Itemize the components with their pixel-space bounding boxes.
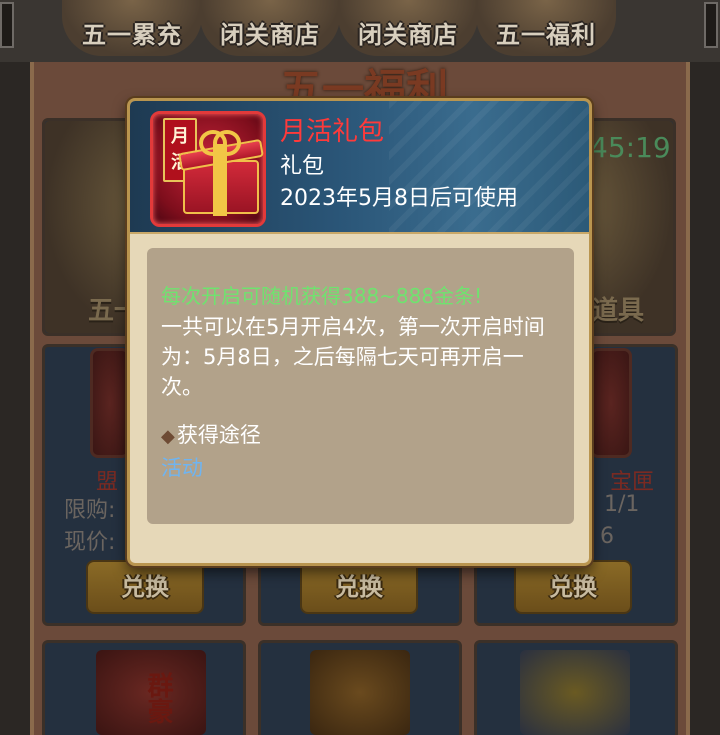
countdown-timer: 45:19	[590, 131, 671, 164]
tab-retreat-shop-2[interactable]: 闭关商店	[338, 0, 478, 56]
treasure-chest-icon	[310, 650, 410, 735]
exchange-button-label: 兑换	[335, 573, 383, 601]
tab-may-day-recharge[interactable]: 五一累充	[62, 0, 202, 56]
tab-label: 五一累充	[82, 21, 182, 49]
diamond-bullet-icon: ◆	[161, 426, 175, 447]
reward-highlight: 每次开启可随机获得388~888金条!	[161, 284, 483, 308]
item-description: 一共可以在5月开启4次，第一次开启时间为：5月8日，之后每隔七天可再开启一次。	[161, 315, 545, 399]
monthly-gift-pack-icon: 月活	[150, 111, 266, 227]
exchange-button-label: 兑换	[549, 573, 597, 601]
tab-label: 五一福利	[496, 21, 596, 49]
item-type: 礼包	[280, 154, 325, 179]
gold-ingot-icon	[520, 650, 630, 735]
acquire-source-heading: ◆获得途径	[161, 419, 261, 449]
limit-value: 1/1	[604, 492, 640, 517]
exchange-button-left[interactable]: 兑换	[86, 560, 204, 614]
price-label: 现价:	[64, 530, 116, 555]
activity-source-link[interactable]: 活动	[161, 452, 203, 482]
top-tab-bar: 五一累充 闭关商店 闭关商店 五一福利	[0, 0, 720, 62]
dialog-header: 月活 月活礼包 礼包 2023年5月8日后可使用	[130, 101, 589, 234]
right-edge-chip	[704, 2, 718, 48]
price-value: 6	[600, 524, 614, 549]
item-title: 月活礼包	[280, 117, 385, 147]
exchange-button-label: 兑换	[121, 573, 169, 601]
tab-label: 闭关商店	[358, 21, 458, 49]
acquire-source-label: 获得途径	[176, 423, 261, 447]
item-description-panel: 每次开启可随机获得388~888金条! 一共可以在5月开启4次，第一次开启时间为…	[147, 248, 574, 524]
item-thumbnail-right	[590, 348, 632, 458]
scroll-item-text: 群豪	[143, 672, 173, 724]
exchange-button-middle[interactable]: 兑换	[300, 560, 418, 614]
usable-date: 2023年5月8日后可使用	[280, 186, 518, 211]
limit-label: 限购:	[64, 498, 116, 523]
scroll-item-icon: 群豪	[96, 650, 206, 735]
item-thumbnail-left	[90, 348, 130, 458]
item-detail-dialog: 月活 月活礼包 礼包 2023年5月8日后可使用 每次开启可随机获得388~88…	[127, 98, 592, 566]
gift-bow-icon	[199, 130, 241, 156]
tab-label: 闭关商店	[220, 21, 320, 49]
tab-retreat-shop-1[interactable]: 闭关商店	[200, 0, 340, 56]
panel-title: 五一福利	[279, 65, 448, 102]
tab-may-day-welfare[interactable]: 五一福利	[476, 0, 616, 56]
exchange-button-right[interactable]: 兑换	[514, 560, 632, 614]
left-edge-chip	[0, 2, 14, 48]
